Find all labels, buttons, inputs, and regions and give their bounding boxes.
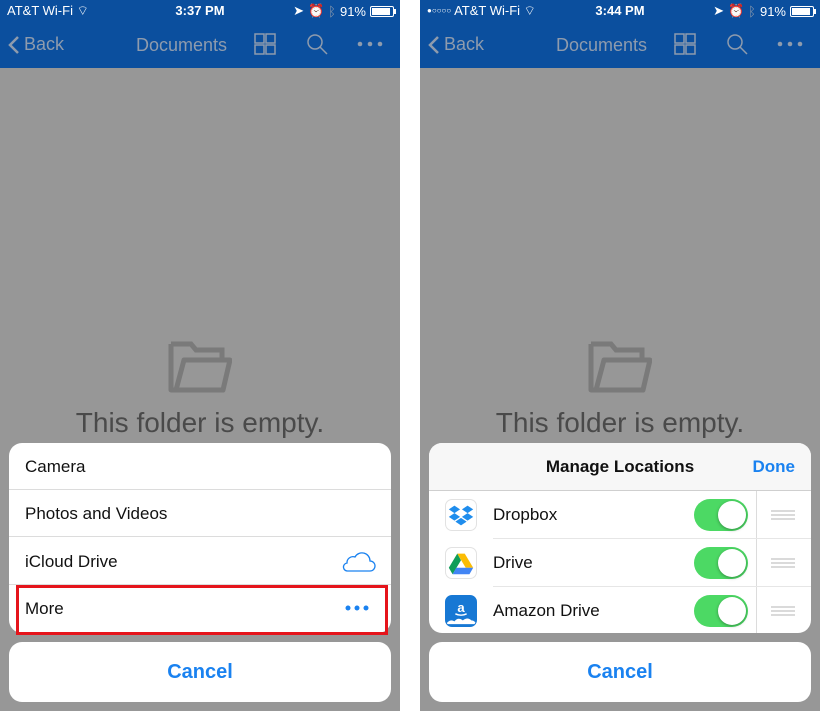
- nav-bar: Back Documents: [420, 22, 820, 68]
- nav-bar: Back Documents: [0, 22, 400, 68]
- nav-title: Documents: [556, 35, 648, 55]
- top-bar: AT&T Wi-Fi ⌔ 3:37 PM ➤ ⏰ ᛒ 91% Back Docu…: [0, 0, 400, 68]
- cancel-button[interactable]: Cancel: [429, 642, 811, 702]
- folder-icon: [168, 341, 232, 393]
- location-icon: ➤: [713, 3, 724, 18]
- battery-icon: [370, 5, 396, 17]
- sheet-header: Manage Locations Done: [429, 443, 811, 491]
- battery-percent: 91%: [759, 3, 786, 19]
- amazon-drive-toggle[interactable]: [694, 595, 748, 627]
- status-bar: ●○○○○ AT&T Wi-Fi ⌔ 3:44 PM ➤ ⏰ ᛒ 91%: [420, 0, 820, 22]
- back-button[interactable]: Back: [428, 34, 484, 55]
- back-label: Back: [24, 34, 65, 54]
- action-label: Photos and Videos: [25, 504, 168, 523]
- cloud-icon: [342, 552, 376, 572]
- google-drive-icon: [445, 547, 477, 579]
- dropbox-toggle[interactable]: [694, 499, 748, 531]
- bluetooth-icon: ᛒ: [748, 3, 756, 19]
- dropbox-icon: [445, 499, 477, 531]
- highlight-box: [16, 585, 388, 635]
- alarm-icon: ⏰: [307, 3, 325, 18]
- action-camera[interactable]: Camera: [9, 443, 391, 490]
- battery-icon: [790, 5, 816, 17]
- grid-view-icon[interactable]: [254, 33, 276, 55]
- amazon-drive-icon: a: [445, 595, 477, 627]
- chevron-left-icon: [428, 35, 439, 54]
- empty-folder-message: This folder is empty.: [495, 407, 745, 438]
- chevron-left-icon: [8, 35, 19, 54]
- action-icloud-drive[interactable]: iCloud Drive: [9, 538, 391, 585]
- cancel-button[interactable]: Cancel: [9, 642, 391, 702]
- left-phone-screen: AT&T Wi-Fi ⌔ 3:37 PM ➤ ⏰ ᛒ 91% Back Docu…: [0, 0, 400, 711]
- alarm-icon: ⏰: [727, 3, 745, 18]
- drive-toggle[interactable]: [694, 547, 748, 579]
- location-row-dropbox: Dropbox: [429, 491, 811, 539]
- location-icon: ➤: [293, 3, 304, 18]
- bluetooth-icon: ᛒ: [328, 3, 336, 19]
- location-label: Drive: [493, 553, 533, 572]
- more-options-icon[interactable]: [776, 34, 804, 54]
- search-icon[interactable]: [306, 33, 328, 55]
- reorder-handle-icon[interactable]: [771, 558, 795, 568]
- location-row-amazon-drive: a Amazon Drive: [429, 587, 811, 633]
- svg-text:a: a: [457, 600, 465, 615]
- top-bar: ●○○○○ AT&T Wi-Fi ⌔ 3:44 PM ➤ ⏰ ᛒ 91% Bac…: [420, 0, 820, 68]
- search-icon[interactable]: [726, 33, 748, 55]
- action-photos-and-videos[interactable]: Photos and Videos: [9, 490, 391, 537]
- divider: [9, 536, 391, 537]
- reorder-handle-icon[interactable]: [771, 606, 795, 616]
- nav-title: Documents: [136, 35, 228, 55]
- battery-percent: 91%: [339, 3, 366, 19]
- manage-locations-sheet: Manage Locations Done Dropbox Drive a Am…: [429, 443, 811, 633]
- location-label: Dropbox: [493, 505, 558, 524]
- status-bar: AT&T Wi-Fi ⌔ 3:37 PM ➤ ⏰ ᛒ 91%: [0, 0, 400, 22]
- empty-folder-message: This folder is empty.: [75, 407, 325, 438]
- folder-icon: [588, 341, 652, 393]
- right-phone-screen: ●○○○○ AT&T Wi-Fi ⌔ 3:44 PM ➤ ⏰ ᛒ 91% Bac…: [420, 0, 820, 711]
- action-label: Camera: [25, 457, 86, 476]
- location-row-drive: Drive: [429, 539, 811, 587]
- reorder-handle-icon[interactable]: [771, 510, 795, 520]
- location-label: Amazon Drive: [493, 601, 600, 620]
- grid-view-icon[interactable]: [674, 33, 696, 55]
- more-options-icon[interactable]: [356, 34, 384, 54]
- back-button[interactable]: Back: [8, 34, 64, 55]
- action-label: iCloud Drive: [25, 552, 118, 571]
- done-button[interactable]: Done: [753, 457, 796, 477]
- back-label: Back: [444, 34, 485, 54]
